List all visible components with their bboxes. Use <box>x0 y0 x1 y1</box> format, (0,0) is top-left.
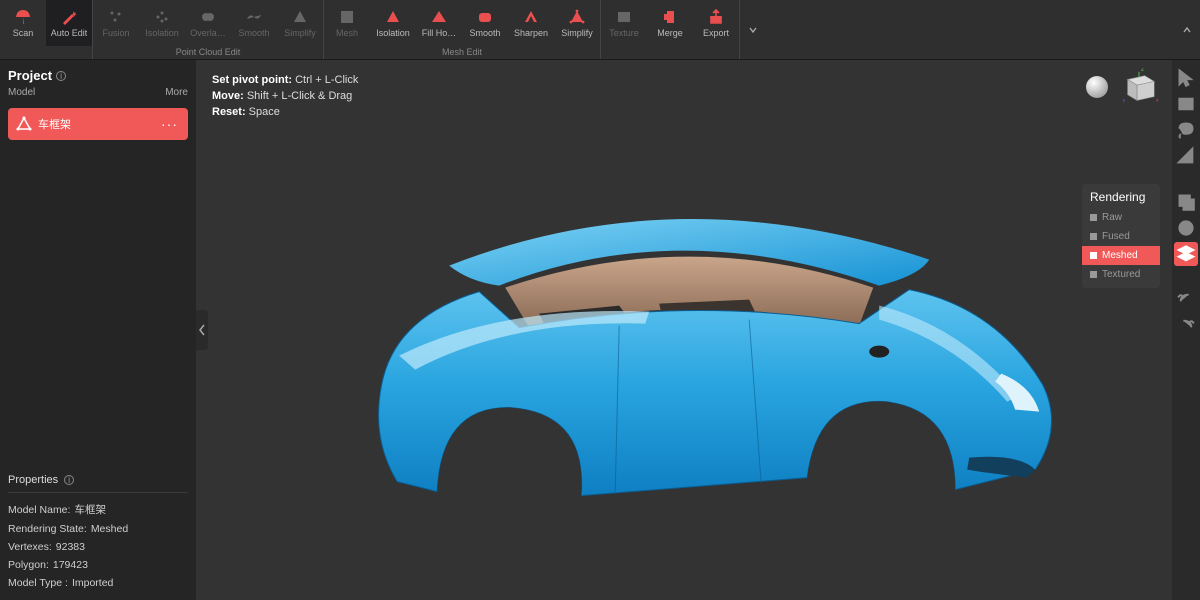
toolbar-label: Fusion <box>102 28 129 38</box>
toolbar-label: Export <box>703 28 729 38</box>
toolbar-label: Smooth <box>469 28 500 38</box>
select-tool-icon[interactable] <box>1174 66 1198 90</box>
property-row: Rendering State:Meshed <box>8 520 188 538</box>
sidebar: Project i Model More 车框架 ··· Properties … <box>0 60 196 600</box>
simplify-button[interactable]: Simplify <box>277 0 323 46</box>
toolbar-group-label <box>0 46 92 59</box>
rendering-option-meshed[interactable]: Meshed <box>1082 246 1160 265</box>
rendering-option-fused[interactable]: Fused <box>1082 227 1160 246</box>
toolbar: Scan Auto Edit Fusion Isolation Overla… Smoot… <box>0 0 1200 60</box>
umbrella-icon <box>14 8 32 26</box>
scan-button[interactable]: Scan <box>0 0 46 46</box>
project-title: Project <box>8 68 52 83</box>
property-row: Vertexes:92383 <box>8 538 188 556</box>
copy-icon[interactable] <box>1174 190 1198 214</box>
overlap-button[interactable]: Overla… <box>185 0 231 46</box>
simplify-icon <box>568 8 586 26</box>
property-row: Model Name:车框架 <box>8 499 188 520</box>
merge-button[interactable]: Merge <box>647 0 693 46</box>
export-button[interactable]: Export <box>693 0 739 46</box>
isolation-button[interactable]: Isolation <box>139 0 185 46</box>
toolbar-overflow[interactable] <box>740 0 766 59</box>
model-icon <box>16 116 32 132</box>
toolbar-group-label: Mesh Edit <box>324 46 600 59</box>
lasso-tool-icon[interactable] <box>1174 118 1198 142</box>
more-link[interactable]: More <box>165 87 188 98</box>
svg-text:Z: Z <box>1141 68 1145 73</box>
toolbar-label: Mesh <box>336 28 358 38</box>
toolbar-label: Merge <box>657 28 683 38</box>
merge-icon <box>661 8 679 26</box>
svg-text:y: y <box>1123 98 1126 103</box>
fill-holes-button[interactable]: Fill Ho… <box>416 0 462 46</box>
toolbar-collapse[interactable] <box>1174 0 1200 59</box>
model-item-name: 车框架 <box>38 116 71 132</box>
tri-solid-icon <box>384 8 402 26</box>
sharpen-button[interactable]: Sharpen <box>508 0 554 46</box>
image-icon <box>615 8 633 26</box>
viewport-3d[interactable]: Set pivot point: Ctrl + L-ClickMove: Shi… <box>196 60 1172 600</box>
fusion-button[interactable]: Fusion <box>93 0 139 46</box>
properties-list: Model Name:车框架Rendering State:MeshedVert… <box>8 499 188 592</box>
rendering-panel: Rendering RawFusedMeshedTextured <box>1082 184 1160 288</box>
property-row: Polygon:179423 <box>8 556 188 574</box>
shading-sphere-icon[interactable] <box>1086 76 1108 98</box>
texture-button[interactable]: Texture <box>601 0 647 46</box>
toolbar-group-label: Point Cloud Edit <box>93 46 323 59</box>
view-cube[interactable]: Z x y <box>1118 68 1160 106</box>
model-label: Model <box>8 87 35 98</box>
redo-icon[interactable] <box>1174 314 1198 338</box>
layers-icon[interactable] <box>1174 242 1198 266</box>
sharpen-icon <box>522 8 540 26</box>
tri-icon <box>291 8 309 26</box>
info-icon[interactable]: i <box>56 71 66 81</box>
toolbar-label: Auto Edit <box>51 28 88 38</box>
smooth-icon <box>476 8 494 26</box>
auto-edit-button[interactable]: Auto Edit <box>46 0 92 46</box>
me-isolation-button[interactable]: Isolation <box>370 0 416 46</box>
viewport-hints: Set pivot point: Ctrl + L-ClickMove: Shi… <box>212 72 358 120</box>
svg-text:x: x <box>1156 98 1159 103</box>
mesh-icon <box>338 8 356 26</box>
rendering-option-raw[interactable]: Raw <box>1082 208 1160 227</box>
toolbar-label: Simplify <box>284 28 316 38</box>
undo-icon[interactable] <box>1174 288 1198 312</box>
toolbar-label: Isolation <box>376 28 410 38</box>
rect-tool-icon[interactable] <box>1174 92 1198 116</box>
toolbar-label: Isolation <box>145 28 179 38</box>
me-smooth-button[interactable]: Smooth <box>462 0 508 46</box>
rendering-title: Rendering <box>1082 190 1160 208</box>
wave-icon <box>245 8 263 26</box>
toolbar-label: Fill Ho… <box>422 28 457 38</box>
sparkle-icon <box>107 8 125 26</box>
property-row: Model Type :Imported <box>8 574 188 592</box>
toolbar-label: Texture <box>609 28 639 38</box>
contrast-tool-icon[interactable] <box>1174 144 1198 168</box>
rendering-option-textured[interactable]: Textured <box>1082 265 1160 284</box>
view-orientation[interactable]: Z x y <box>1086 68 1160 106</box>
info-icon[interactable]: i <box>64 475 74 485</box>
sidebar-collapse-button[interactable] <box>196 310 208 350</box>
smooth-button[interactable]: Smooth <box>231 0 277 46</box>
wand-icon <box>60 8 78 26</box>
fill-icon <box>430 8 448 26</box>
toolbar-label: Overla… <box>190 28 226 38</box>
toolbar-label: Smooth <box>238 28 269 38</box>
properties-title: Properties <box>8 474 58 486</box>
tool-rail <box>1172 60 1200 600</box>
mesh-button[interactable]: Mesh <box>324 0 370 46</box>
toolbar-label: Scan <box>13 28 34 38</box>
model-item-more[interactable]: ··· <box>159 116 180 132</box>
toolbar-label: Sharpen <box>514 28 548 38</box>
smooth-icon[interactable] <box>1174 216 1198 240</box>
toolbar-group-label <box>601 46 739 59</box>
export-icon <box>707 8 725 26</box>
me-simplify-button[interactable]: Simplify <box>554 0 600 46</box>
dots-icon <box>153 8 171 26</box>
model-item[interactable]: 车框架 ··· <box>8 108 188 140</box>
model-render <box>319 196 1079 516</box>
toolbar-label: Simplify <box>561 28 593 38</box>
overlap-icon <box>199 8 217 26</box>
